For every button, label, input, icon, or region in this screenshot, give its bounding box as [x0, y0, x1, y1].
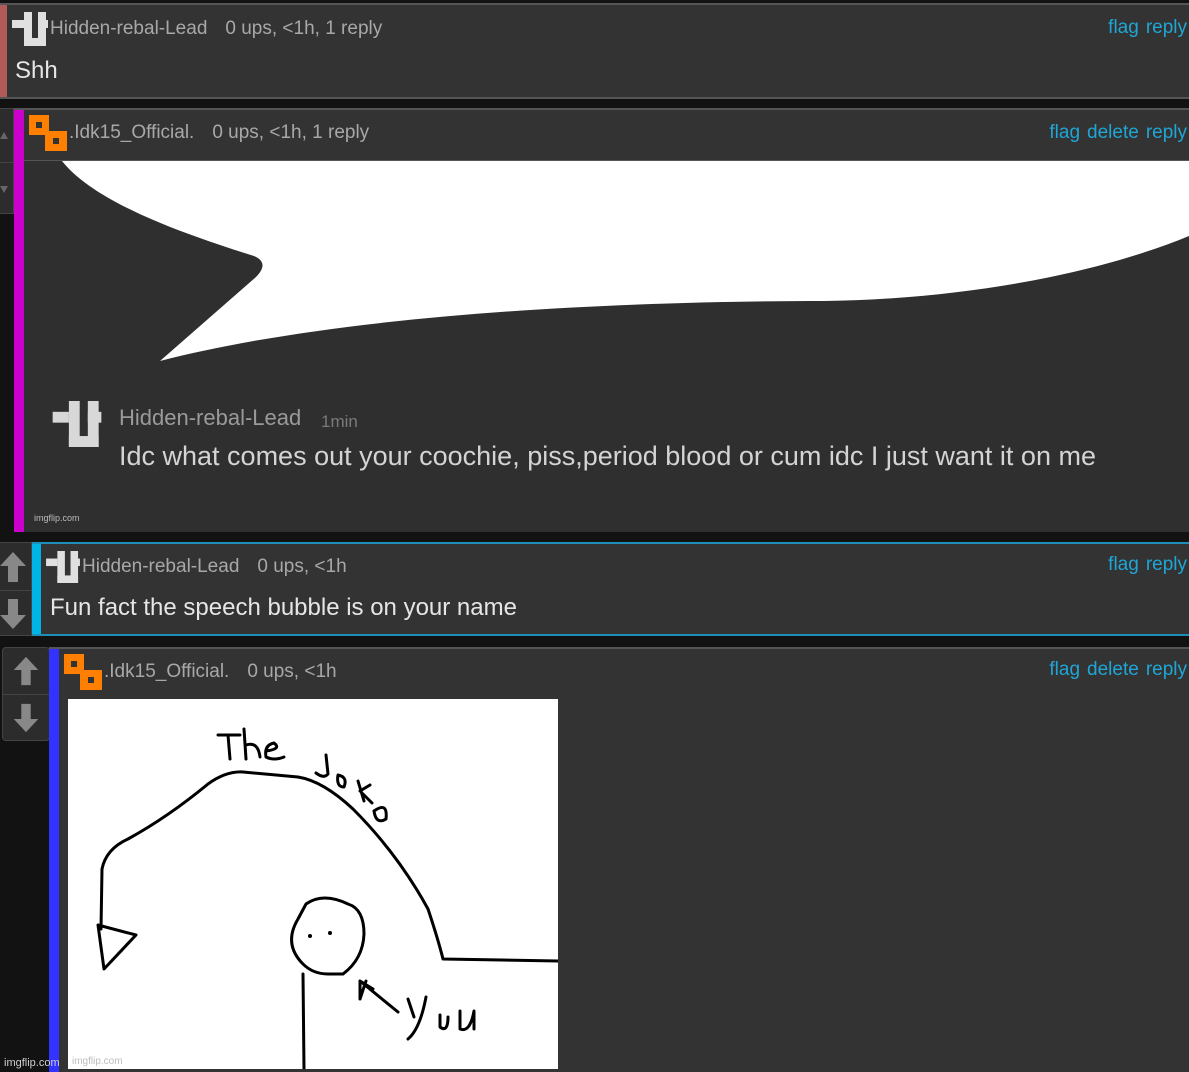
user-avatar-icon[interactable] [46, 551, 80, 583]
up-arrow-icon [0, 131, 8, 139]
flag-link[interactable]: flag [1049, 122, 1080, 144]
inner-username: Hidden-rebal-Lead [119, 405, 302, 430]
comment-2: .Idk15_Official. 0 ups, <1h, 1 reply fla… [14, 108, 1189, 532]
down-arrow-icon [0, 599, 26, 629]
up-arrow-icon [0, 551, 26, 582]
comment-accent-bar [49, 649, 59, 1072]
upvote-button[interactable] [0, 543, 31, 590]
comment-username[interactable]: Hidden-rebal-Lead [50, 18, 207, 40]
comment-accent-bar [0, 5, 7, 97]
comment-username[interactable]: .Idk15_Official. [69, 122, 194, 144]
comment-meta: 0 ups, <1h, 1 reply [225, 18, 383, 39]
reply-link[interactable]: reply [1146, 554, 1187, 576]
comment-1: Hidden-rebal-Lead 0 ups, <1h, 1 reply fl… [0, 3, 1189, 99]
comment-text: Fun fact the speech bubble is on your na… [50, 594, 517, 621]
flag-link[interactable]: flag [1049, 659, 1080, 681]
reply-link[interactable]: reply [1146, 659, 1187, 681]
upvote-button[interactable] [3, 648, 49, 694]
user-avatar-icon[interactable] [64, 654, 102, 690]
vote-box [2, 647, 50, 741]
image-watermark: imgflip.com [72, 1056, 123, 1067]
comment-4: .Idk15_Official. 0 ups, <1h flag delete … [49, 647, 1189, 1072]
flag-link[interactable]: flag [1108, 17, 1139, 39]
vote-box [0, 542, 32, 636]
footer-watermark: imgflip.com [4, 1057, 60, 1069]
downvote-button[interactable] [0, 162, 13, 215]
down-arrow-icon [13, 703, 39, 733]
user-avatar-icon[interactable] [29, 115, 67, 151]
comment-text: Shh [15, 57, 58, 84]
inner-time: 1min [321, 412, 358, 431]
reply-link[interactable]: reply [1146, 17, 1187, 39]
downvote-button[interactable] [0, 590, 31, 637]
upvote-button[interactable] [0, 109, 13, 162]
comment-meta: 0 ups, <1h, 1 reply [212, 122, 370, 143]
comment-accent-bar [32, 544, 41, 634]
comment-3: Hidden-rebal-Lead 0 ups, <1h flag reply … [32, 542, 1189, 636]
comment-image[interactable]: imgflip.com [68, 699, 558, 1069]
comment-meta: 0 ups, <1h [247, 661, 337, 682]
reply-link[interactable]: reply [1146, 122, 1187, 144]
flag-link[interactable]: flag [1108, 554, 1139, 576]
speech-bubble-shape [62, 161, 1189, 361]
down-arrow-icon [0, 186, 8, 193]
inner-avatar-icon [52, 401, 102, 447]
user-avatar-icon[interactable] [12, 12, 48, 46]
delete-link[interactable]: delete [1087, 122, 1139, 144]
inner-text: Idc what comes out your coochie, piss,pe… [119, 441, 1096, 471]
comment-accent-bar [14, 110, 24, 532]
joke-drawing [96, 727, 558, 1069]
comment-meta: 0 ups, <1h [257, 556, 347, 577]
vote-box [0, 108, 14, 214]
up-arrow-icon [13, 656, 39, 686]
delete-link[interactable]: delete [1087, 659, 1139, 681]
image-watermark: imgflip.com [34, 513, 80, 523]
comment-username[interactable]: Hidden-rebal-Lead [82, 556, 239, 578]
comment-username[interactable]: .Idk15_Official. [104, 661, 229, 683]
comment-image[interactable]: Hidden-rebal-Lead 1min Idc what comes ou… [24, 160, 1189, 532]
downvote-button[interactable] [3, 694, 49, 741]
